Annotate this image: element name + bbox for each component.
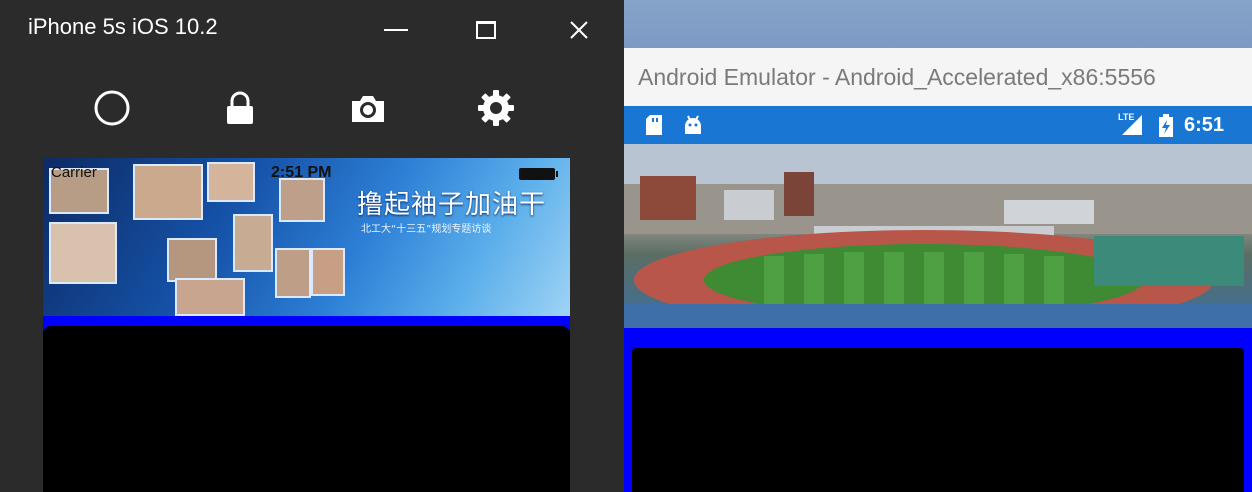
signal-icon xyxy=(1122,115,1142,135)
banner-photo xyxy=(167,238,217,282)
camera-icon xyxy=(352,96,384,122)
ios-window-title: iPhone 5s iOS 10.2 xyxy=(28,14,218,39)
ios-titlebar: iPhone 5s iOS 10.2 xyxy=(0,0,624,58)
battery-icon xyxy=(519,168,558,180)
banner-photo xyxy=(275,248,311,298)
banner-photo xyxy=(233,214,273,272)
battery-charging-icon xyxy=(1159,114,1173,137)
banner-photo xyxy=(207,162,255,202)
banner-title: 撸起袖子加油干 xyxy=(357,190,547,220)
lock-icon xyxy=(227,91,253,124)
ios-carrier: Carrier xyxy=(51,164,97,181)
lock-button[interactable] xyxy=(220,88,260,128)
android-statusbar: LTE 6:51 xyxy=(624,106,1252,144)
content-frame xyxy=(624,328,1252,492)
android-clock: 6:51 xyxy=(1184,114,1225,136)
settings-button[interactable] xyxy=(476,88,516,128)
banner-photo xyxy=(311,248,345,296)
home-icon xyxy=(94,90,130,126)
banner-image: Carrier 2:51 PM 撸起袖子加油干 北工大“十三五”规划专题访谈 xyxy=(43,158,570,316)
close-button[interactable] xyxy=(556,10,602,50)
android-window-title: Android Emulator - Android_Accelerated_x… xyxy=(638,64,1156,90)
minimize-button[interactable] xyxy=(372,10,418,50)
android-titlebar: Android Emulator - Android_Accelerated_x… xyxy=(624,48,1252,106)
banner-photo xyxy=(175,278,245,316)
stadium-image xyxy=(624,144,1252,328)
gear-icon xyxy=(478,90,514,126)
screenshot-button[interactable] xyxy=(348,88,388,128)
ios-clock: 2:51 PM xyxy=(271,164,332,181)
ios-device-screen: Carrier 2:51 PM 撸起袖子加油干 北工大“十三五”规划专题访谈 xyxy=(43,158,570,492)
android-icon xyxy=(685,115,701,134)
stadium-illustration xyxy=(624,144,1252,328)
banner-photo xyxy=(49,222,117,284)
ios-toolbar xyxy=(0,80,624,140)
ios-simulator-window: iPhone 5s iOS 10.2 Carrier 2:51 PM 撸起袖子加… xyxy=(0,0,624,492)
banner-subtitle: 北工大“十三五”规划专题访谈 xyxy=(361,224,492,235)
close-icon xyxy=(570,21,588,39)
content-area xyxy=(43,326,570,492)
android-emulator-window: Android Emulator - Android_Accelerated_x… xyxy=(624,48,1252,492)
content-area xyxy=(632,348,1244,492)
banner-photo xyxy=(279,178,325,222)
content-frame xyxy=(43,316,570,492)
banner-photo xyxy=(133,164,203,220)
home-button[interactable] xyxy=(92,88,132,128)
sd-card-icon xyxy=(646,115,662,135)
maximize-button[interactable] xyxy=(464,10,510,50)
